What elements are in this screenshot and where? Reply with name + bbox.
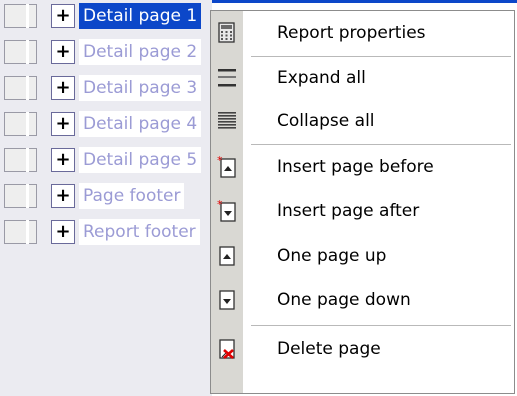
svg-text:*: * <box>217 200 223 211</box>
menu-item-delete-page[interactable]: Delete page <box>211 329 514 369</box>
expand-icon[interactable]: + <box>51 4 75 28</box>
tree-row-label[interactable]: Detail page 5 <box>79 147 202 173</box>
menu-item-label: Delete page <box>277 339 381 359</box>
menu-item-one-page-up[interactable]: One page up <box>211 236 514 276</box>
expand-icon[interactable]: + <box>51 220 75 244</box>
expand-all-icon <box>217 67 237 89</box>
menu-item-report-properties[interactable]: Report properties <box>211 13 514 53</box>
tree-row-label[interactable]: Page footer <box>79 183 185 209</box>
tree-row-label[interactable]: Detail page 3 <box>79 75 202 101</box>
tree-row-handle <box>4 76 37 100</box>
menu-item-label: Insert page before <box>277 157 434 177</box>
menu-item-one-page-down[interactable]: One page down <box>211 280 514 320</box>
expand-icon[interactable]: + <box>51 40 75 64</box>
tree-row-label[interactable]: Detail page 1 <box>79 3 202 29</box>
insert-page-after-icon: * <box>217 198 237 222</box>
tree-row-handle <box>4 40 37 64</box>
menu-item-insert-page-after[interactable]: * Insert page after <box>211 191 514 231</box>
page-tree: + Detail page 1 + Detail page 2 + Detail… <box>0 0 212 396</box>
menu-item-collapse-all[interactable]: Collapse all <box>211 101 514 141</box>
collapse-all-icon <box>217 110 237 132</box>
insert-page-before-icon: * <box>217 154 237 178</box>
tree-row-label[interactable]: Report footer <box>79 219 200 245</box>
svg-text:*: * <box>217 156 223 167</box>
expand-icon[interactable]: + <box>51 148 75 172</box>
expand-icon[interactable]: + <box>51 112 75 136</box>
delete-page-icon <box>217 338 237 360</box>
menu-item-insert-page-before[interactable]: * Insert page before <box>211 147 514 187</box>
menu-item-label: Insert page after <box>277 201 420 221</box>
page-up-icon <box>217 245 237 267</box>
tree-row-handle <box>4 148 37 172</box>
menu-item-label: Collapse all <box>277 111 375 131</box>
menu-item-label: Expand all <box>277 68 366 88</box>
menu-item-expand-all[interactable]: Expand all <box>211 58 514 98</box>
tree-row-label[interactable]: Detail page 4 <box>79 111 202 137</box>
tree-row-handle <box>4 220 37 244</box>
context-menu: Report properties Expand all Collapse al… <box>210 10 515 394</box>
tree-row-handle <box>4 184 37 208</box>
menu-item-label: One page down <box>277 290 411 310</box>
expand-icon[interactable]: + <box>51 184 75 208</box>
selection-bar <box>212 0 517 3</box>
tree-row-handle <box>4 4 37 28</box>
menu-item-label: Report properties <box>277 23 426 43</box>
page-down-icon <box>217 289 237 311</box>
tree-row-label[interactable]: Detail page 2 <box>79 39 202 65</box>
tree-row-handle <box>4 112 37 136</box>
report-properties-icon <box>217 22 237 44</box>
menu-item-label: One page up <box>277 246 387 266</box>
expand-icon[interactable]: + <box>51 76 75 100</box>
